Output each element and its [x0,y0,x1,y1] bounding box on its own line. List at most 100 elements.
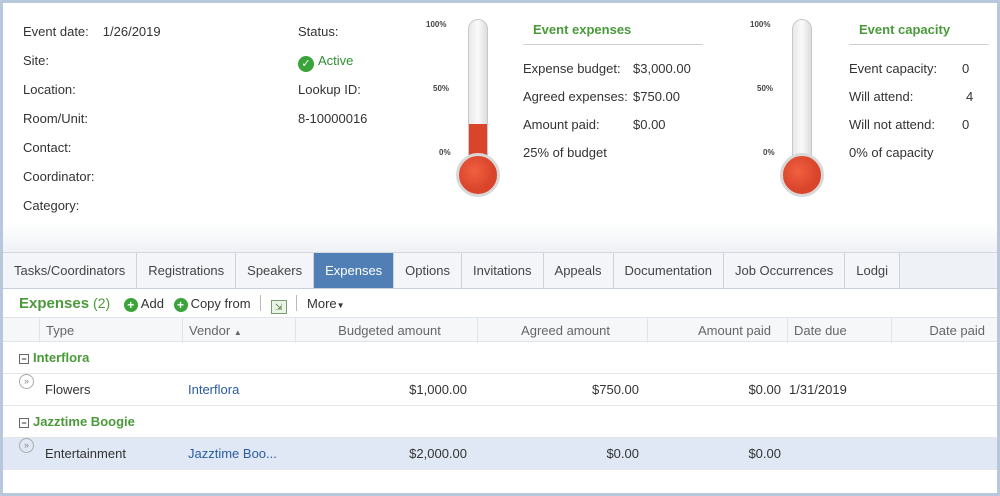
thermometer-tube [792,19,812,169]
more-button[interactable]: More▼ [307,296,345,311]
collapse-icon[interactable]: − [19,354,29,364]
lookup-id-label: Lookup ID: [298,82,361,97]
event-details-column: Event date: 1/26/2019 Site: Location: Roo… [23,17,161,220]
event-capacity-title: Event capacity [849,15,989,45]
expenses-grid: Expenses (2) + Add + Copy from ⇲ More▼ Type… [3,289,997,493]
more-label: More [307,296,337,311]
capacity-thermometer: 100% 50% 0% [745,17,835,202]
group-name: Interflora [33,350,90,365]
status-value: Active [318,53,354,68]
group-header-interflora[interactable]: − Interflora [3,342,997,374]
column-date-due[interactable]: Date due [787,318,891,343]
agreed-expenses-label: Agreed expenses: [523,89,628,104]
will-attend-value: 4 [966,89,974,104]
copy-add-icon: + [173,298,188,312]
cell-paid: $0.00 [748,446,781,461]
add-button-label: Add [140,296,164,311]
column-vendor-label: Vendor [189,323,231,338]
copy-from-button[interactable]: + Copy from [173,296,251,312]
expenses-thermometer: 100% 50% 0% [421,17,511,202]
add-icon: + [123,298,138,312]
column-agreed-amount[interactable]: Agreed amount [477,318,647,343]
thermometer-scale-top: 100% [426,20,447,29]
coordinator-label: Coordinator: [23,169,95,184]
column-amount-paid[interactable]: Amount paid [647,318,787,343]
tab-invitations[interactable]: Invitations [461,253,544,288]
collapse-icon[interactable]: − [19,418,29,428]
will-not-attend-value: 0 [962,117,970,132]
cell-agreed: $0.00 [606,446,639,461]
room-unit-label: Room/Unit: [23,111,89,126]
tab-tasks-coordinators[interactable]: Tasks/Coordinators [3,253,138,288]
column-vendor[interactable]: Vendor ▲ [182,318,295,343]
thermometer-scale-mid: 50% [757,84,774,93]
thermometer-scale-bottom: 0% [763,148,775,157]
thermometer-tube [468,19,488,169]
toolbar-divider [296,295,298,311]
cell-vendor-link[interactable]: Jazztime Boo... [188,438,277,470]
event-summary-panel: Event date: 1/26/2019 Site: Location: Roo… [3,3,997,223]
grid-toolbar: Expenses (2) + Add + Copy from ⇲ More▼ [3,289,997,317]
tab-appeals[interactable]: Appeals [543,253,614,288]
event-capacity-box: Event capacity Event capacity: 0 Will at… [849,15,989,167]
active-check-icon: ✓ [298,56,314,72]
add-button[interactable]: + Add [123,296,164,312]
tab-job-occurrences[interactable]: Job Occurrences [723,253,846,288]
event-date-value: 1/26/2019 [102,24,161,39]
tab-lodgi[interactable]: Lodgi [845,253,901,288]
copy-from-label: Copy from [190,296,251,311]
cell-type: Entertainment [45,446,126,461]
event-date-label: Event date: [23,24,89,39]
sort-ascending-icon: ▲ [233,328,242,337]
table-row[interactable]: » Entertainment Jazztime Boo... $2,000.0… [3,438,997,470]
cell-budgeted: $2,000.00 [409,446,467,461]
thermometer-scale-mid: 50% [433,84,450,93]
export-icon[interactable]: ⇲ [270,300,287,314]
lookup-id-value: 8-10000016 [298,111,368,126]
caret-down-icon: ▼ [336,301,345,310]
toolbar-divider [260,295,262,311]
grid-count: (2) [93,295,111,311]
category-label: Category: [23,198,80,213]
cell-budgeted: $1,000.00 [409,382,467,397]
event-capacity-label: Event capacity: [849,61,938,76]
group-name: Jazztime Boogie [33,414,135,429]
expand-row-icon[interactable]: » [19,374,34,389]
event-capacity-value: 0 [962,61,970,76]
site-label: Site: [23,53,50,68]
group-header-jazztime-boogie[interactable]: − Jazztime Boogie [3,406,997,438]
will-attend-label: Will attend: [849,89,914,104]
thermometer-scale-bottom: 0% [439,148,451,157]
table-row[interactable]: » Flowers Interflora $1,000.00 $750.00 $… [3,374,997,406]
cell-vendor-link[interactable]: Interflora [188,374,239,406]
thermometer-scale-top: 100% [750,20,771,29]
event-expenses-box: Event expenses Expense budget: $3,000.00… [523,15,703,167]
tab-speakers[interactable]: Speakers [236,253,315,288]
event-expenses-title: Event expenses [523,15,703,45]
tab-options[interactable]: Options [394,253,462,288]
section-divider [3,223,997,253]
cell-paid: $0.00 [748,382,781,397]
expense-budget-label: Expense budget: [523,61,621,76]
tab-documentation[interactable]: Documentation [613,253,724,288]
thermometer-bulb [780,153,824,197]
cell-agreed: $750.00 [592,382,639,397]
expand-row-icon[interactable]: » [19,438,34,453]
tab-registrations[interactable]: Registrations [137,253,237,288]
grid-title: Expenses [19,295,90,312]
budget-percent-text: 25% of budget [523,145,607,160]
tab-expenses[interactable]: Expenses [314,253,395,288]
location-label: Location: [23,82,76,97]
column-budgeted-amount[interactable]: Budgeted amount [295,318,477,343]
will-not-attend-label: Will not attend: [849,117,935,132]
column-type[interactable]: Type [39,318,182,343]
contact-label: Contact: [23,140,72,155]
tab-bar: Tasks/Coordinators Registrations Speakers E… [3,253,997,289]
column-date-paid[interactable]: Date paid [891,318,997,343]
expense-budget-value: $3,000.00 [633,61,691,76]
grid-column-header: Type Vendor ▲ Budgeted amount Agreed amo… [3,317,997,343]
amount-paid-label: Amount paid: [523,117,600,132]
cell-type: Flowers [45,382,91,397]
agreed-expenses-value: $750.00 [633,89,680,104]
capacity-percent-text: 0% of capacity [849,145,934,160]
